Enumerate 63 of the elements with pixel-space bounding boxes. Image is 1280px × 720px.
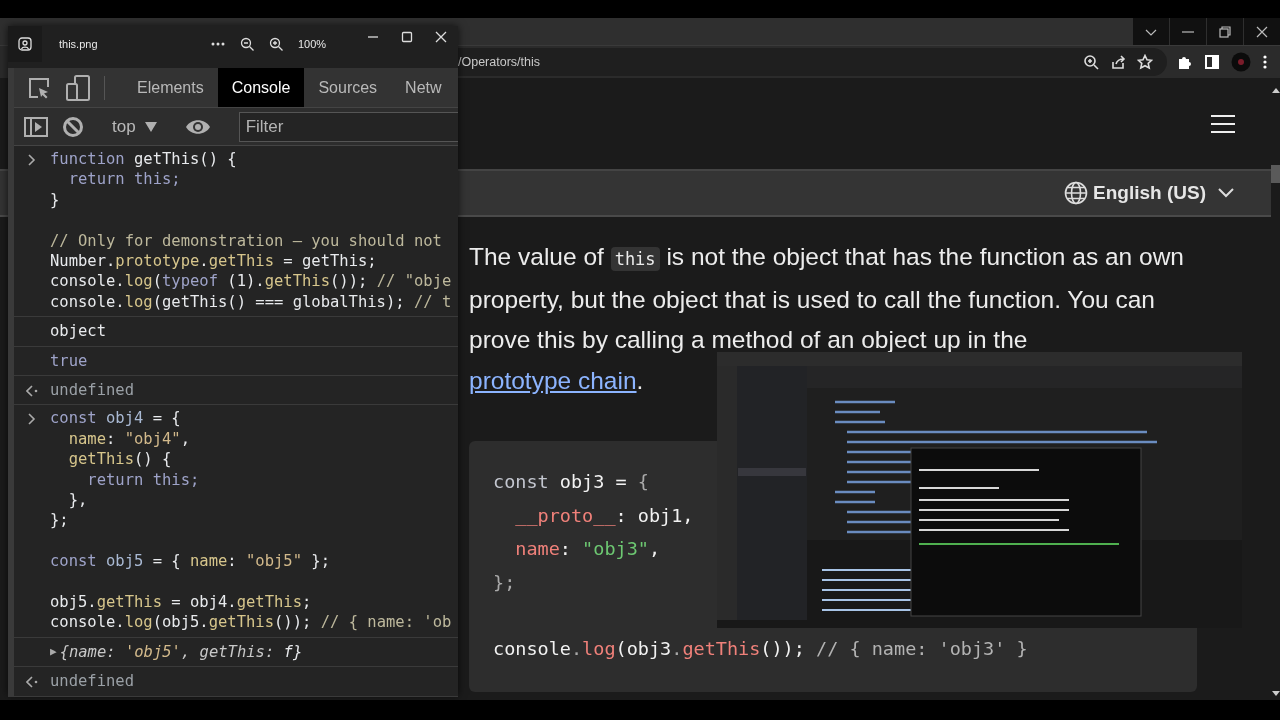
puzzle-icon[interactable]: [1177, 54, 1193, 70]
prompt-icon: [28, 154, 36, 166]
code-line: object: [50, 321, 107, 342]
tab[interactable]: Elements: [123, 68, 218, 107]
eye-icon[interactable]: [184, 117, 211, 136]
code-line: getThis() {: [67, 449, 173, 470]
star-icon[interactable]: [1137, 54, 1153, 70]
code-line: },: [67, 490, 89, 511]
device-icon[interactable]: [66, 74, 90, 101]
share-icon[interactable]: [1110, 54, 1126, 70]
link[interactable]: prototype chain: [469, 366, 637, 394]
zoom-out-icon[interactable]: [240, 37, 254, 51]
filter-field[interactable]: Filter: [238, 111, 458, 142]
more-icon[interactable]: [211, 42, 225, 46]
code-line: const obj5 = { name: "obj5" };: [50, 551, 331, 572]
prompt-icon: [28, 413, 36, 426]
window-title: this.png: [59, 38, 99, 50]
code-line: return this;: [86, 469, 201, 491]
code-line: console.log(obj3.getThis()); // { name: 'obj3' }: [493, 637, 1029, 661]
side-panel-icon[interactable]: [1204, 54, 1220, 70]
clear-icon[interactable]: [62, 115, 84, 138]
code-line: const obj4 = {: [50, 408, 182, 429]
code-line: const obj3 = {: [493, 470, 650, 494]
code-line: console.log(obj5.getThis()); // { name: 'ob: [50, 612, 453, 633]
close-icon[interactable]: [434, 31, 448, 43]
globe-icon: [1064, 181, 1089, 205]
return-arrow-icon: [26, 676, 38, 689]
maximize-icon[interactable]: [400, 31, 414, 43]
expand-toggle[interactable]: ▶: [50, 641, 57, 663]
code-line: function getThis() {: [50, 149, 238, 170]
caret-icon: [144, 121, 157, 132]
tab[interactable]: Netw: [391, 68, 456, 107]
return-arrow-icon: [26, 385, 38, 398]
image-icon: [18, 37, 32, 51]
context-dropdown[interactable]: top: [112, 116, 157, 137]
code-line: Number.prototype.getThis = getThis;: [50, 251, 378, 272]
inspect-icon[interactable]: [28, 76, 50, 99]
more-icon[interactable]: [1262, 54, 1268, 70]
chevron-down-icon: [1217, 187, 1235, 199]
zoom-in-icon[interactable]: [269, 37, 283, 51]
return-value: undefined: [50, 380, 135, 401]
code-line: true: [50, 350, 89, 372]
code-line: // Only for demonstration — you should not: [50, 230, 443, 251]
code-line: name: "obj3",: [514, 537, 662, 561]
code-line: };: [50, 510, 70, 531]
return-value: undefined: [50, 671, 135, 692]
code-line: console.log(typeof (1).getThis()); // "obje: [50, 271, 453, 292]
code-line: return this;: [67, 169, 182, 190]
code-line: __proto__: obj1,: [514, 503, 695, 528]
code-line: obj5.getThis = obj4.getThis;: [50, 592, 313, 613]
object-preview[interactable]: {name: 'obj5', getThis: f}: [59, 641, 303, 663]
tab[interactable]: Sources: [304, 68, 392, 107]
address-bar[interactable]: /Operators/this: [458, 48, 1167, 76]
code-line: }: [50, 189, 61, 211]
language-selector[interactable]: English (US): [1064, 181, 1235, 205]
code-line: name: "obj4",: [67, 428, 191, 450]
code-line: console.log(getThis() === globalThis); // t: [50, 291, 453, 313]
sidebar-icon[interactable]: [24, 116, 48, 137]
zoom-level[interactable]: 100%: [298, 38, 327, 50]
tab[interactable]: Console: [217, 68, 305, 107]
menu-icon[interactable]: [1210, 113, 1236, 134]
zoom-icon[interactable]: [1083, 54, 1099, 70]
code-line: };: [493, 570, 517, 595]
